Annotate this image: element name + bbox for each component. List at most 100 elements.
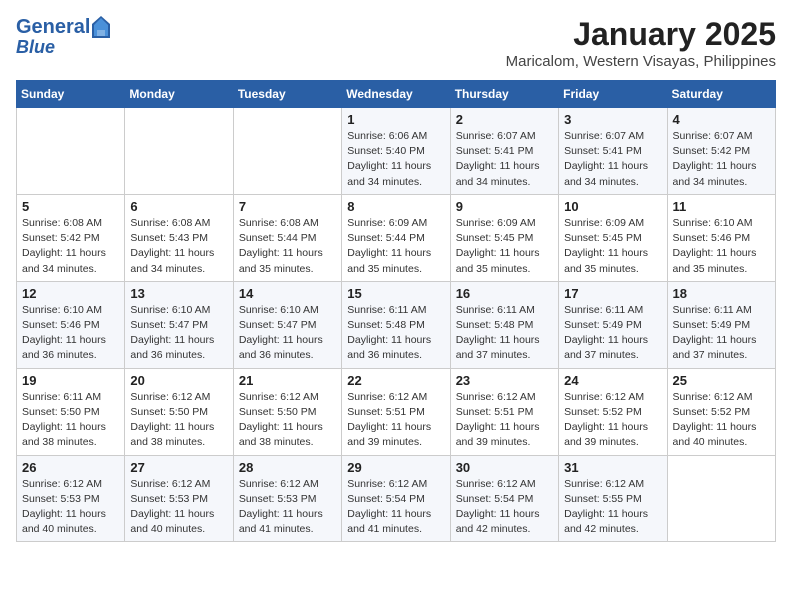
day-info: Sunrise: 6:12 AM Sunset: 5:54 PM Dayligh… — [456, 477, 553, 538]
day-number: 28 — [239, 460, 336, 475]
day-info: Sunrise: 6:11 AM Sunset: 5:48 PM Dayligh… — [456, 303, 553, 364]
day-info: Sunrise: 6:12 AM Sunset: 5:53 PM Dayligh… — [22, 477, 119, 538]
day-number: 30 — [456, 460, 553, 475]
calendar-cell: 24 Sunrise: 6:12 AM Sunset: 5:52 PM Dayli… — [559, 368, 667, 455]
day-number: 7 — [239, 199, 336, 214]
location-subtitle: Maricalom, Western Visayas, Philippines — [506, 53, 776, 70]
day-info: Sunrise: 6:09 AM Sunset: 5:44 PM Dayligh… — [347, 216, 444, 277]
day-info: Sunrise: 6:11 AM Sunset: 5:48 PM Dayligh… — [347, 303, 444, 364]
day-number: 13 — [130, 286, 227, 301]
calendar-cell — [667, 455, 775, 542]
calendar-cell: 11Sunrise: 6:10 AM Sunset: 5:46 PM Dayli… — [667, 194, 775, 281]
calendar-week-5: 26 Sunrise: 6:12 AM Sunset: 5:53 PM Dayli… — [17, 455, 776, 542]
title-area: January 2025 Maricalom, Western Visayas,… — [506, 16, 776, 70]
day-info: Sunrise: 6:12 AM Sunset: 5:55 PM Dayligh… — [564, 477, 661, 538]
day-info: Sunrise: 6:07 AM Sunset: 5:41 PM Dayligh… — [456, 129, 553, 190]
calendar-cell: 6 Sunrise: 6:08 AM Sunset: 5:43 PM Daylig… — [125, 194, 233, 281]
day-number: 16 — [456, 286, 553, 301]
day-info: Sunrise: 6:07 AM Sunset: 5:42 PM Dayligh… — [673, 129, 770, 190]
day-info: Sunrise: 6:10 AM Sunset: 5:46 PM Dayligh… — [22, 303, 119, 364]
day-header-saturday: Saturday — [667, 81, 775, 108]
day-info: Sunrise: 6:08 AM Sunset: 5:43 PM Dayligh… — [130, 216, 227, 277]
day-info: Sunrise: 6:10 AM Sunset: 5:47 PM Dayligh… — [239, 303, 336, 364]
calendar-cell — [233, 108, 341, 195]
calendar-cell: 5 Sunrise: 6:08 AM Sunset: 5:42 PM Daylig… — [17, 194, 125, 281]
calendar-cell: 1 Sunrise: 6:06 AM Sunset: 5:40 PM Daylig… — [342, 108, 450, 195]
calendar-cell: 30 Sunrise: 6:12 AM Sunset: 5:54 PM Dayli… — [450, 455, 558, 542]
day-number: 23 — [456, 373, 553, 388]
day-number: 2 — [456, 112, 553, 127]
calendar-cell: 7 Sunrise: 6:08 AM Sunset: 5:44 PM Daylig… — [233, 194, 341, 281]
day-number: 22 — [347, 373, 444, 388]
day-number: 17 — [564, 286, 661, 301]
day-header-wednesday: Wednesday — [342, 81, 450, 108]
day-number: 12 — [22, 286, 119, 301]
logo-icon — [92, 16, 110, 38]
day-info: Sunrise: 6:08 AM Sunset: 5:44 PM Dayligh… — [239, 216, 336, 277]
calendar-table: SundayMondayTuesdayWednesdayThursdayFrid… — [16, 80, 776, 542]
day-info: Sunrise: 6:12 AM Sunset: 5:51 PM Dayligh… — [347, 390, 444, 451]
day-number: 29 — [347, 460, 444, 475]
day-info: Sunrise: 6:10 AM Sunset: 5:47 PM Dayligh… — [130, 303, 227, 364]
calendar-cell: 16 Sunrise: 6:11 AM Sunset: 5:48 PM Dayli… — [450, 281, 558, 368]
calendar-cell: 17 Sunrise: 6:11 AM Sunset: 5:49 PM Dayli… — [559, 281, 667, 368]
calendar-cell: 12 Sunrise: 6:10 AM Sunset: 5:46 PM Dayli… — [17, 281, 125, 368]
calendar-cell: 18Sunrise: 6:11 AM Sunset: 5:49 PM Dayli… — [667, 281, 775, 368]
logo-text: General — [16, 16, 90, 38]
day-number: 15 — [347, 286, 444, 301]
month-title: January 2025 — [506, 16, 776, 53]
day-number: 8 — [347, 199, 444, 214]
day-number: 10 — [564, 199, 661, 214]
day-number: 20 — [130, 373, 227, 388]
day-info: Sunrise: 6:12 AM Sunset: 5:51 PM Dayligh… — [456, 390, 553, 451]
day-info: Sunrise: 6:06 AM Sunset: 5:40 PM Dayligh… — [347, 129, 444, 190]
day-number: 21 — [239, 373, 336, 388]
day-number: 19 — [22, 373, 119, 388]
calendar-cell: 31Sunrise: 6:12 AM Sunset: 5:55 PM Dayli… — [559, 455, 667, 542]
calendar-cell: 2 Sunrise: 6:07 AM Sunset: 5:41 PM Daylig… — [450, 108, 558, 195]
calendar-cell: 9 Sunrise: 6:09 AM Sunset: 5:45 PM Daylig… — [450, 194, 558, 281]
day-info: Sunrise: 6:09 AM Sunset: 5:45 PM Dayligh… — [564, 216, 661, 277]
calendar-cell: 15 Sunrise: 6:11 AM Sunset: 5:48 PM Dayli… — [342, 281, 450, 368]
day-info: Sunrise: 6:11 AM Sunset: 5:50 PM Dayligh… — [22, 390, 119, 451]
day-info: Sunrise: 6:12 AM Sunset: 5:53 PM Dayligh… — [239, 477, 336, 538]
day-info: Sunrise: 6:12 AM Sunset: 5:50 PM Dayligh… — [130, 390, 227, 451]
calendar-cell: 14 Sunrise: 6:10 AM Sunset: 5:47 PM Dayli… — [233, 281, 341, 368]
calendar-header-row: SundayMondayTuesdayWednesdayThursdayFrid… — [17, 81, 776, 108]
calendar-cell: 22 Sunrise: 6:12 AM Sunset: 5:51 PM Dayli… — [342, 368, 450, 455]
day-info: Sunrise: 6:08 AM Sunset: 5:42 PM Dayligh… — [22, 216, 119, 277]
day-number: 24 — [564, 373, 661, 388]
day-info: Sunrise: 6:12 AM Sunset: 5:50 PM Dayligh… — [239, 390, 336, 451]
calendar-cell — [17, 108, 125, 195]
day-info: Sunrise: 6:09 AM Sunset: 5:45 PM Dayligh… — [456, 216, 553, 277]
day-number: 9 — [456, 199, 553, 214]
calendar-cell: 20 Sunrise: 6:12 AM Sunset: 5:50 PM Dayli… — [125, 368, 233, 455]
day-info: Sunrise: 6:11 AM Sunset: 5:49 PM Dayligh… — [564, 303, 661, 364]
day-info: Sunrise: 6:10 AM Sunset: 5:46 PM Dayligh… — [673, 216, 770, 277]
day-info: Sunrise: 6:12 AM Sunset: 5:54 PM Dayligh… — [347, 477, 444, 538]
day-number: 1 — [347, 112, 444, 127]
day-number: 25 — [673, 373, 770, 388]
day-number: 5 — [22, 199, 119, 214]
day-number: 26 — [22, 460, 119, 475]
calendar-cell: 8 Sunrise: 6:09 AM Sunset: 5:44 PM Daylig… — [342, 194, 450, 281]
calendar-cell: 27Sunrise: 6:12 AM Sunset: 5:53 PM Dayli… — [125, 455, 233, 542]
day-header-friday: Friday — [559, 81, 667, 108]
logo: General Blue — [16, 16, 112, 58]
calendar-cell: 19 Sunrise: 6:11 AM Sunset: 5:50 PM Dayli… — [17, 368, 125, 455]
calendar-cell: 4Sunrise: 6:07 AM Sunset: 5:42 PM Daylig… — [667, 108, 775, 195]
day-info: Sunrise: 6:12 AM Sunset: 5:52 PM Dayligh… — [673, 390, 770, 451]
day-info: Sunrise: 6:12 AM Sunset: 5:52 PM Dayligh… — [564, 390, 661, 451]
day-header-sunday: Sunday — [17, 81, 125, 108]
calendar-cell: 21 Sunrise: 6:12 AM Sunset: 5:50 PM Dayli… — [233, 368, 341, 455]
calendar-cell: 13 Sunrise: 6:10 AM Sunset: 5:47 PM Dayli… — [125, 281, 233, 368]
day-number: 14 — [239, 286, 336, 301]
day-info: Sunrise: 6:12 AM Sunset: 5:53 PM Dayligh… — [130, 477, 227, 538]
day-number: 18 — [673, 286, 770, 301]
calendar-week-3: 12 Sunrise: 6:10 AM Sunset: 5:46 PM Dayli… — [17, 281, 776, 368]
day-number: 6 — [130, 199, 227, 214]
day-info: Sunrise: 6:07 AM Sunset: 5:41 PM Dayligh… — [564, 129, 661, 190]
day-header-monday: Monday — [125, 81, 233, 108]
day-number: 3 — [564, 112, 661, 127]
day-header-tuesday: Tuesday — [233, 81, 341, 108]
